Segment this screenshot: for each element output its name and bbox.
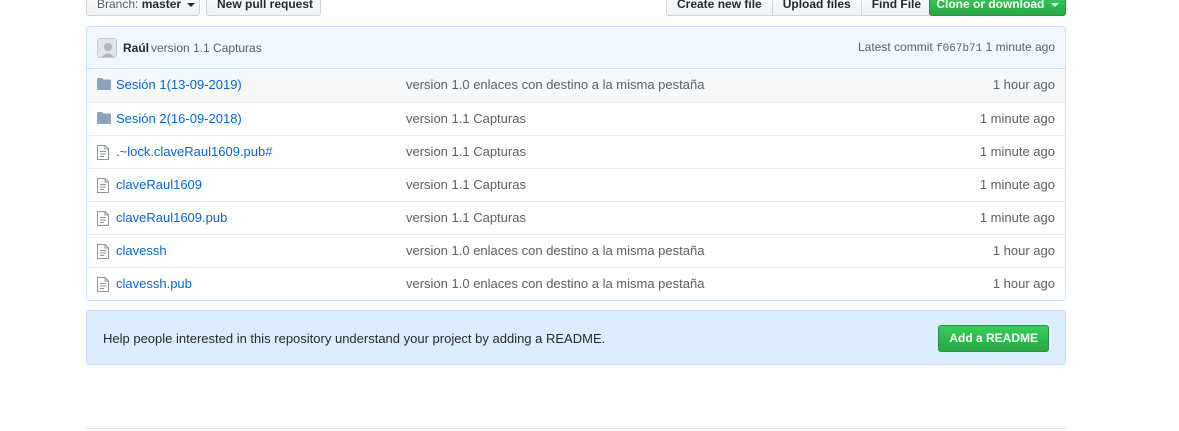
file-age: 1 minute ago [979, 111, 1055, 126]
file-row[interactable]: claveRaul1609 version 1.1 Capturas 1 minut… [87, 168, 1065, 201]
file-name-link[interactable]: clavessh [116, 243, 167, 258]
commit-message[interactable]: version 1.1 Capturas [151, 41, 262, 55]
file-name-link[interactable]: claveRaul1609.pub [116, 210, 227, 225]
avatar[interactable] [97, 38, 117, 58]
file-icon [97, 244, 111, 259]
file-age: 1 hour ago [992, 276, 1055, 291]
caret-down-icon [1050, 2, 1059, 7]
file-icon [97, 211, 111, 226]
clone-or-download-button[interactable]: Clone or download [929, 0, 1066, 16]
file-icon [97, 145, 111, 160]
branch-name: master [141, 0, 182, 11]
add-readme-button[interactable]: Add a README [938, 325, 1049, 352]
create-new-file-button[interactable]: Create new file [666, 0, 773, 16]
file-name-link[interactable]: claveRaul1609 [116, 177, 202, 192]
branch-prefix: Branch: [97, 0, 139, 11]
file-name-link[interactable]: clavessh.pub [116, 276, 192, 291]
clone-label: Clone or download [936, 0, 1045, 11]
branch-select-button[interactable]: Branch: master [86, 0, 200, 16]
file-age: 1 hour ago [992, 77, 1055, 92]
folder-icon [97, 78, 111, 92]
file-commit-message[interactable]: version 1.1 Capturas [406, 144, 526, 159]
commit-time: 1 minute ago [985, 40, 1055, 54]
latest-commit-info: Latest commit f067b71 1 minute ago [858, 40, 1055, 55]
readme-prompt-text: Help people interested in this repositor… [103, 331, 606, 346]
file-navigation-table: Raúl version 1.1 Capturas Latest commit … [86, 26, 1066, 301]
file-commit-message[interactable]: version 1.0 enlaces con destino a la mis… [406, 77, 704, 92]
file-row[interactable]: Sesión 1(13-09-2019) version 1.0 enlaces … [87, 69, 1065, 102]
find-file-button[interactable]: Find File [861, 0, 933, 16]
file-commit-message[interactable]: version 1.1 Capturas [406, 210, 526, 225]
file-icon [97, 277, 111, 292]
file-row[interactable]: clavessh version 1.0 enlaces con destino … [87, 234, 1065, 267]
file-age: 1 minute ago [979, 177, 1055, 192]
file-commit-message[interactable]: version 1.1 Capturas [406, 177, 526, 192]
readme-prompt: Help people interested in this repositor… [86, 310, 1066, 365]
folder-icon [97, 112, 111, 126]
file-age: 1 minute ago [979, 210, 1055, 225]
new-pull-request-button[interactable]: New pull request [206, 0, 321, 16]
file-row[interactable]: Sesión 2(16-09-2018) version 1.1 Capturas… [87, 102, 1065, 135]
file-commit-message[interactable]: version 1.1 Capturas [406, 111, 526, 126]
file-name-link[interactable]: Sesión 1(13-09-2019) [116, 77, 242, 92]
latest-commit-label: Latest commit [858, 40, 933, 54]
file-commit-message[interactable]: version 1.0 enlaces con destino a la mis… [406, 243, 704, 258]
file-row[interactable]: clavessh.pub version 1.0 enlaces con dest… [87, 267, 1065, 300]
file-commit-message[interactable]: version 1.0 enlaces con destino a la mis… [406, 276, 704, 291]
latest-commit-bar: Raúl version 1.1 Capturas Latest commit … [87, 27, 1065, 69]
file-age: 1 hour ago [992, 243, 1055, 258]
file-actions-group: Create new file Upload files Find File [666, 0, 933, 16]
upload-files-button[interactable]: Upload files [772, 0, 862, 16]
commit-author[interactable]: Raúl [123, 41, 149, 55]
commit-sha[interactable]: f067b71 [936, 43, 982, 55]
caret-down-icon [187, 2, 196, 7]
divider [86, 428, 1066, 429]
file-icon [97, 178, 111, 193]
file-row[interactable]: .~lock.claveRaul1609.pub# version 1.1 Cap… [87, 135, 1065, 168]
file-row[interactable]: claveRaul1609.pub version 1.1 Capturas 1 m… [87, 201, 1065, 234]
file-age: 1 minute ago [979, 144, 1055, 159]
file-name-link[interactable]: Sesión 2(16-09-2018) [116, 111, 242, 126]
file-name-link[interactable]: .~lock.claveRaul1609.pub# [116, 144, 272, 159]
